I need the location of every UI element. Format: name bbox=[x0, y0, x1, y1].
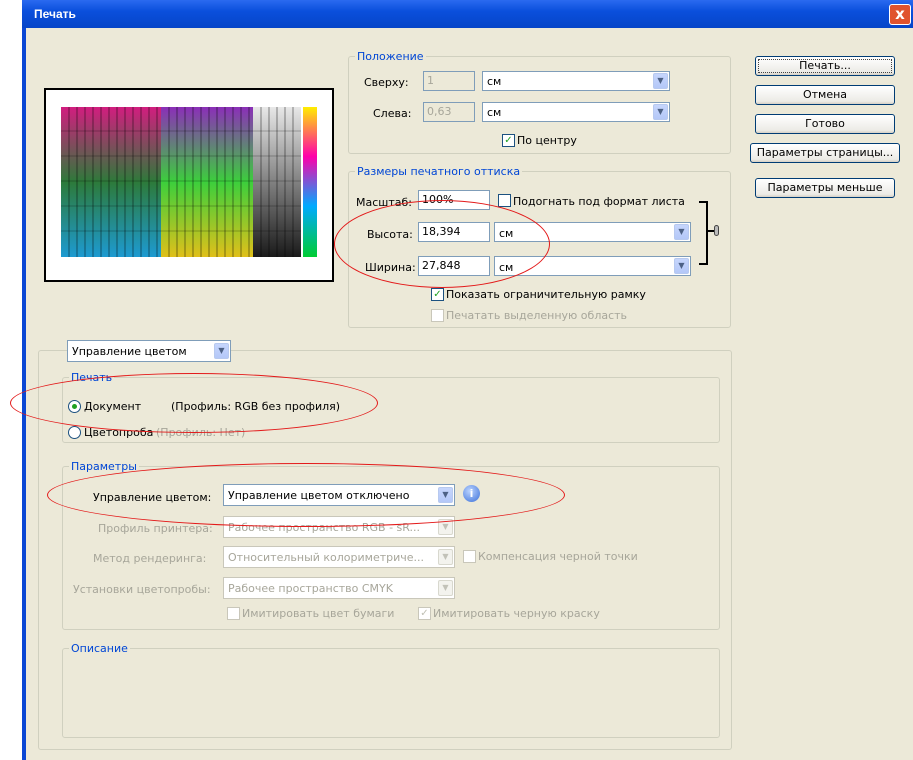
print-group-legend: Печать bbox=[71, 371, 113, 384]
color-chart-preview bbox=[55, 101, 321, 264]
width-unit-select[interactable]: см ▼ bbox=[494, 256, 691, 276]
chevron-down-icon: ▼ bbox=[438, 580, 453, 596]
simulate-ink-label: Имитировать черную краску bbox=[433, 607, 600, 620]
black-point-checkbox[interactable]: ✓ bbox=[463, 550, 476, 563]
printer-profile-label: Профиль принтера: bbox=[98, 522, 213, 535]
print-size-group: Размеры печатного оттиска bbox=[348, 165, 731, 328]
info-icon[interactable]: i bbox=[463, 485, 480, 502]
proof-setup-value: Рабочее пространство CMYK bbox=[228, 582, 393, 595]
document-label: Документ bbox=[84, 400, 142, 413]
chevron-down-icon: ▼ bbox=[214, 343, 229, 359]
printer-profile-value: Рабочее пространство RGB - sR... bbox=[228, 521, 421, 534]
chevron-down-icon: ▼ bbox=[674, 224, 689, 240]
document-radio[interactable] bbox=[68, 400, 81, 413]
bounding-box-checkbox[interactable]: ✓ bbox=[431, 288, 444, 301]
proof-label: Цветопроба bbox=[84, 426, 154, 439]
height-unit-value: см bbox=[499, 227, 514, 240]
color-handling-value: Управление цветом отключено bbox=[228, 489, 410, 502]
fewer-options-button[interactable]: Параметры меньше bbox=[755, 178, 895, 198]
left-unit-value: см bbox=[487, 106, 502, 119]
position-legend: Положение bbox=[357, 50, 424, 63]
top-label: Сверху: bbox=[364, 76, 409, 89]
window-title: Печать bbox=[34, 7, 76, 21]
done-button[interactable]: Готово bbox=[755, 114, 895, 134]
left-label: Слева: bbox=[373, 107, 412, 120]
width-input[interactable]: 27,848 bbox=[418, 256, 490, 276]
proof-setup-label: Установки цветопробы: bbox=[73, 583, 211, 596]
link-connector bbox=[706, 230, 714, 232]
width-label: Ширина: bbox=[365, 261, 416, 274]
description-legend: Описание bbox=[71, 642, 128, 655]
fit-media-checkbox[interactable]: ✓ bbox=[498, 194, 511, 207]
simulate-ink-checkbox[interactable]: ✓ bbox=[418, 607, 431, 620]
chevron-down-icon: ▼ bbox=[653, 104, 668, 120]
simulate-paper-checkbox[interactable]: ✓ bbox=[227, 607, 240, 620]
center-label: По центру bbox=[517, 134, 577, 147]
page-setup-button[interactable]: Параметры страницы... bbox=[750, 143, 900, 163]
width-unit-value: см bbox=[499, 261, 514, 274]
chevron-down-icon: ▼ bbox=[438, 487, 453, 503]
print-preview[interactable] bbox=[44, 88, 334, 282]
left-input[interactable]: 0,63 bbox=[423, 102, 475, 122]
chevron-down-icon: ▼ bbox=[438, 519, 453, 535]
print-button[interactable]: Печать... bbox=[755, 56, 895, 76]
cancel-button[interactable]: Отмена bbox=[755, 85, 895, 105]
simulate-paper-label: Имитировать цвет бумаги bbox=[242, 607, 395, 620]
proof-setup-select[interactable]: Рабочее пространство CMYK ▼ bbox=[223, 577, 455, 599]
fit-media-label: Подогнать под формат листа bbox=[513, 195, 685, 208]
bounding-box-label: Показать ограничительную рамку bbox=[446, 288, 646, 301]
color-handling-select[interactable]: Управление цветом отключено ▼ bbox=[223, 484, 455, 506]
close-button[interactable]: x bbox=[889, 4, 911, 25]
top-input[interactable]: 1 bbox=[423, 71, 475, 91]
proof-radio[interactable] bbox=[68, 426, 81, 439]
height-unit-select[interactable]: см ▼ bbox=[494, 222, 691, 242]
height-label: Высота: bbox=[367, 228, 413, 241]
section-select[interactable]: Управление цветом ▼ bbox=[67, 340, 231, 362]
chevron-down-icon: ▼ bbox=[653, 73, 668, 89]
options-legend: Параметры bbox=[71, 460, 137, 473]
rendering-intent-label: Метод рендеринга: bbox=[93, 552, 207, 565]
top-unit-value: см bbox=[487, 75, 502, 88]
section-select-value: Управление цветом bbox=[72, 345, 187, 358]
color-handling-label: Управление цветом: bbox=[93, 491, 212, 504]
dialog-client-area: Положение Сверху: 1 см ▼ Слева: 0,63 см … bbox=[10, 28, 913, 760]
top-unit-select[interactable]: см ▼ bbox=[482, 71, 670, 91]
print-size-legend: Размеры печатного оттиска bbox=[357, 165, 521, 178]
chain-link-icon[interactable] bbox=[714, 225, 719, 236]
printer-profile-select[interactable]: Рабочее пространство RGB - sR... ▼ bbox=[223, 516, 455, 538]
chevron-down-icon: ▼ bbox=[438, 549, 453, 565]
print-selection-checkbox[interactable]: ✓ bbox=[431, 309, 444, 322]
black-point-label: Компенсация черной точки bbox=[478, 550, 638, 563]
document-profile-text: (Профиль: RGB без профиля) bbox=[171, 400, 341, 413]
proof-profile-text: (Профиль: Нет) bbox=[156, 426, 246, 439]
center-checkbox[interactable]: ✓ bbox=[502, 134, 515, 147]
scale-input[interactable]: 100% bbox=[418, 190, 490, 210]
height-input[interactable]: 18,394 bbox=[418, 222, 490, 242]
chevron-down-icon: ▼ bbox=[674, 258, 689, 274]
rendering-intent-value: Относительный колориметриче... bbox=[228, 551, 425, 564]
rendering-intent-select[interactable]: Относительный колориметриче... ▼ bbox=[223, 546, 455, 568]
constrain-proportions-bracket bbox=[699, 201, 708, 265]
print-selection-label: Печатать выделенную область bbox=[446, 309, 628, 322]
left-unit-select[interactable]: см ▼ bbox=[482, 102, 670, 122]
scale-label: Масштаб: bbox=[356, 196, 412, 209]
title-bar[interactable]: Печать x bbox=[22, 0, 913, 28]
description-group: Описание bbox=[62, 642, 720, 738]
